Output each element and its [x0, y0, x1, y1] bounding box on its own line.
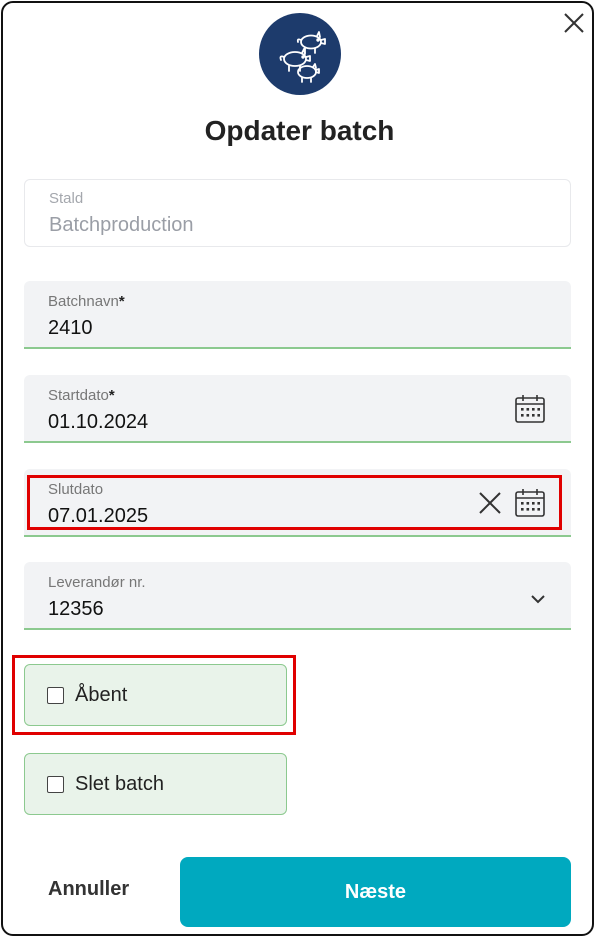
leverandor-value[interactable]: 12356 [48, 598, 104, 621]
slet-batch-checkbox[interactable]: Slet batch [24, 753, 287, 815]
leverandor-label: Leverandør nr. [48, 574, 146, 591]
required-marker: * [118, 293, 125, 310]
calendar-icon[interactable] [514, 393, 546, 430]
checkbox-square[interactable] [47, 776, 64, 793]
stald-field: Stald Batchproduction [24, 179, 571, 247]
chevron-down-icon[interactable] [529, 592, 547, 610]
aabent-highlight [12, 655, 296, 735]
cancel-button[interactable]: Annuller [48, 878, 129, 901]
required-marker: * [108, 387, 115, 404]
startdato-value[interactable]: 01.10.2024 [48, 411, 148, 434]
batchnavn-field[interactable]: Batchnavn* 2410 [24, 281, 571, 349]
slutdato-highlight [27, 475, 562, 530]
next-button[interactable]: Næste [180, 857, 571, 927]
leverandor-field[interactable]: Leverandør nr. 12356 [24, 562, 571, 630]
stald-value: Batchproduction [49, 214, 194, 236]
batchnavn-label: Batchnavn* [48, 293, 125, 310]
startdato-field[interactable]: Startdato* 01.10.2024 [24, 375, 571, 443]
dialog-title: Opdater batch [204, 115, 395, 146]
startdato-label: Startdato* [48, 387, 115, 404]
stald-label: Stald [49, 190, 84, 207]
slet-batch-label: Slet batch [75, 773, 164, 795]
pigs-icon [259, 13, 341, 95]
batchnavn-value[interactable]: 2410 [48, 317, 93, 340]
close-icon[interactable] [562, 11, 586, 35]
